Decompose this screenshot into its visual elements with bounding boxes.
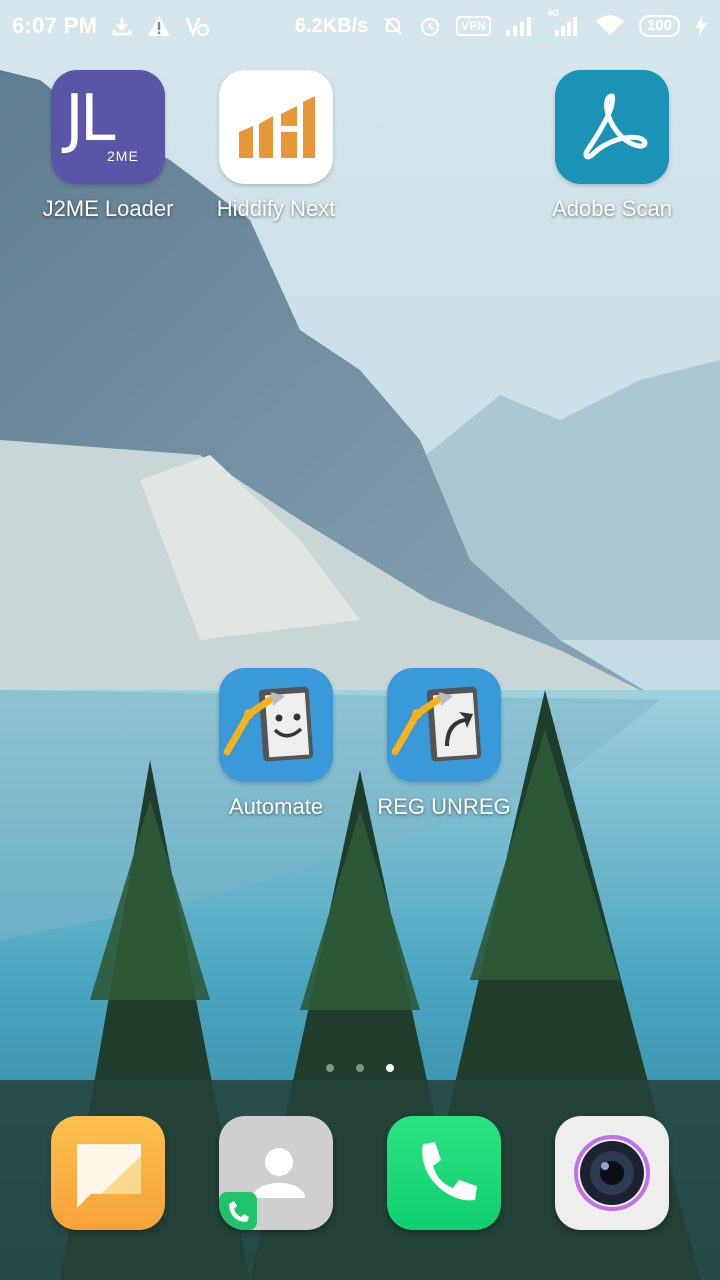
dock-messages[interactable]: [24, 1116, 192, 1230]
mute-bell-icon: [382, 15, 404, 37]
signal-icon: [505, 15, 533, 37]
status-bar: 6:07 PM 6.2KB/s VPN 4G 100: [0, 0, 720, 52]
app-hiddify-next[interactable]: Hiddify Next: [192, 70, 360, 222]
dock-camera[interactable]: [528, 1116, 696, 1230]
app-label: Hiddify Next: [216, 196, 336, 221]
page-indicator: [0, 1064, 720, 1072]
app-reg-unreg[interactable]: REG UNREG: [360, 668, 528, 820]
network-speed: 6.2KB/s: [294, 14, 369, 37]
app-label: Adobe Scan: [552, 196, 672, 221]
dock-phone[interactable]: [360, 1116, 528, 1230]
network-type-label: 4G: [546, 8, 559, 18]
dock-contacts[interactable]: [192, 1116, 360, 1230]
vpn-badge: VPN: [456, 16, 491, 36]
j2me-icon-letters: JL: [65, 82, 115, 156]
volte-icon: [185, 15, 211, 37]
phone-icon: [387, 1116, 501, 1230]
page-dot[interactable]: [356, 1064, 364, 1072]
app-j2me-loader[interactable]: JL 2ME J2ME Loader: [24, 70, 192, 222]
warning-icon: [147, 15, 171, 37]
reg-unreg-icon: [387, 668, 501, 782]
wifi-icon: [595, 15, 625, 37]
automate-icon: [219, 668, 333, 782]
page-dot[interactable]: [326, 1064, 334, 1072]
app-adobe-scan[interactable]: Adobe Scan: [528, 70, 696, 222]
hiddify-icon: [219, 70, 333, 184]
battery-level: 100: [638, 15, 680, 37]
app-automate[interactable]: Automate: [192, 668, 360, 820]
charging-icon: [694, 15, 708, 37]
app-label: Automate: [228, 794, 324, 819]
contacts-icon: [219, 1116, 333, 1230]
alarm-icon: [418, 15, 442, 37]
messages-icon: [51, 1116, 165, 1230]
status-time: 6:07 PM: [12, 13, 98, 38]
page-dot-active[interactable]: [386, 1064, 394, 1072]
download-icon: [111, 15, 133, 37]
j2me-icon-sub: 2ME: [107, 148, 139, 164]
signal-4g-icon: 4G: [547, 8, 581, 37]
j2me-loader-icon: JL 2ME: [51, 70, 165, 184]
app-label: J2ME Loader: [42, 196, 174, 221]
battery-indicator: 100: [638, 15, 680, 37]
app-label: REG UNREG: [377, 794, 511, 819]
adobe-scan-icon: [555, 70, 669, 184]
camera-icon: [555, 1116, 669, 1230]
